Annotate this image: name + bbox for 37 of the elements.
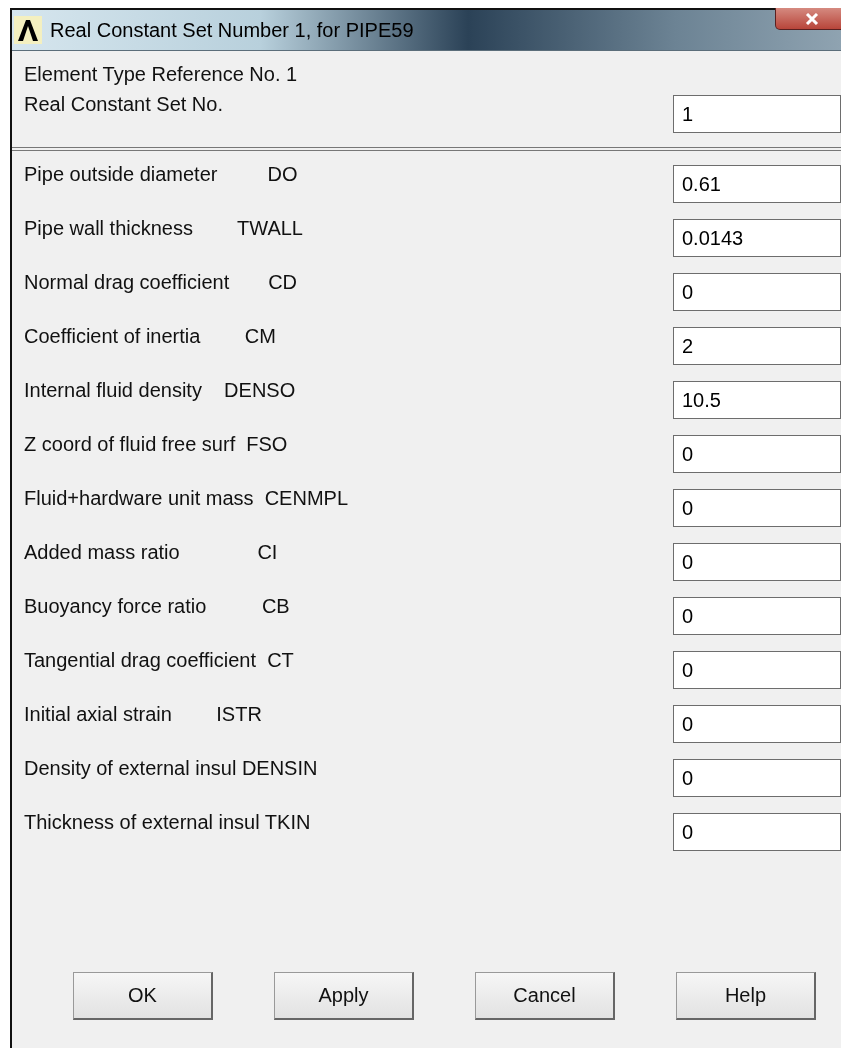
field-label: Pipe wall thickness TWALL [24,216,303,241]
field-label: Pipe outside diameter DO [24,162,298,187]
logo-icon [14,16,42,44]
dialog-button[interactable]: OK [73,972,213,1020]
close-button[interactable] [775,8,841,30]
input-field[interactable]: 0 [673,651,841,689]
field-label: Normal drag coefficient CD [24,270,298,295]
field-label: Tangential drag coefficient CT [24,648,294,673]
window-title: Real Constant Set Number 1, for PIPE59 [50,18,414,42]
field-label: Real Constant Set No. [24,92,223,117]
input-field[interactable]: 0.0143 [673,219,841,257]
element-type-label: Element Type Reference No. 1 [24,62,299,87]
input-field[interactable]: 0.61 [673,165,841,203]
input-field[interactable]: 0 [673,489,841,527]
input-field[interactable]: 0 [673,813,841,851]
dialog-button[interactable]: Help [676,972,816,1020]
field-label: Thickness of external insul TKIN [24,810,311,835]
field-label: Fluid+hardware unit mass CENMPL [24,486,348,511]
dialog-button[interactable]: Cancel [475,972,615,1020]
field-label: Internal fluid density DENSO [24,378,296,403]
field-label: Z coord of fluid free surf FSO [24,432,288,457]
input-field[interactable]: 0 [673,543,841,581]
close-icon [805,12,819,25]
input-field[interactable]: 2 [673,327,841,365]
field-label: Coefficient of inertia CM [24,324,276,349]
input-field[interactable]: 0 [673,705,841,743]
input-field[interactable]: 10.5 [673,381,841,419]
input-field[interactable]: 0 [673,597,841,635]
field-label: Density of external insul DENSIN [24,756,318,781]
input-field[interactable]: 1 [673,95,841,133]
field-label: Added mass ratio CI [24,540,278,565]
dialog-button[interactable]: Apply [274,972,414,1020]
input-field[interactable]: 0 [673,759,841,797]
field-label: Initial axial strain ISTR [24,702,262,727]
input-field[interactable]: 0 [673,435,841,473]
field-label: Buoyancy force ratio CB [24,594,290,619]
input-field[interactable]: 0 [673,273,841,311]
